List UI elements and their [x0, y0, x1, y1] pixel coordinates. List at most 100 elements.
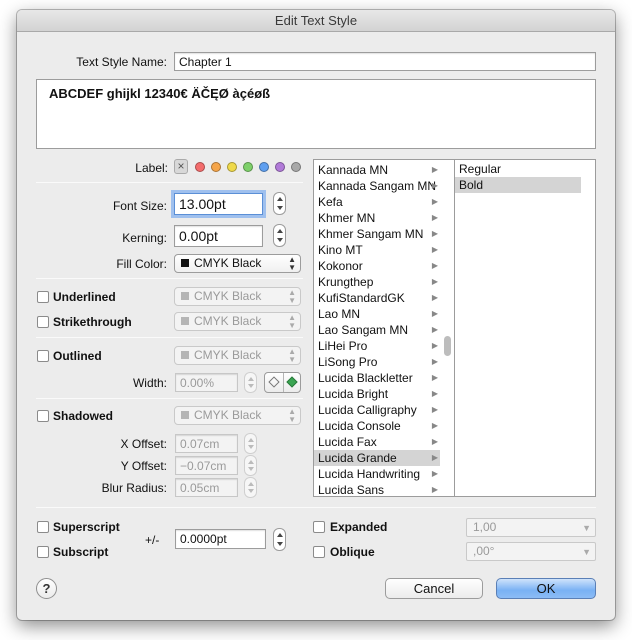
outline-outside-icon[interactable]: [268, 376, 280, 388]
clear-label-icon[interactable]: ×: [174, 159, 188, 174]
shadow-color-popup[interactable]: CMYK Black ▲ ▼: [174, 406, 301, 425]
fill-color-value: CMYK Black: [194, 256, 262, 270]
expanded-combo[interactable]: 1,00 ▼: [466, 518, 596, 537]
font-list-item[interactable]: Lucida Bright ▶: [314, 386, 440, 402]
label-color-dot[interactable]: [243, 162, 253, 172]
underlined-label: Underlined: [53, 290, 116, 304]
disclosure-arrow-icon: ▶: [431, 485, 438, 494]
outline-position-segmented[interactable]: [264, 372, 301, 393]
disclosure-arrow-icon: ▶: [431, 245, 438, 254]
y-offset-stepper[interactable]: [244, 455, 257, 476]
blur-radius-input[interactable]: 0.05cm: [175, 478, 238, 497]
x-offset-stepper[interactable]: [244, 433, 257, 454]
font-list-item[interactable]: Lucida Fax ▶: [314, 434, 440, 450]
font-list-item[interactable]: LiHei Pro ▶: [314, 338, 440, 354]
font-list-item[interactable]: Kannada Sangam MN ▶: [314, 178, 440, 194]
chevron-down-icon[interactable]: ▼: [582, 544, 591, 561]
style-name-input[interactable]: Chapter 1: [174, 52, 596, 71]
font-list-item[interactable]: Lucida Calligraphy ▶: [314, 402, 440, 418]
subscript-checkbox[interactable]: [37, 546, 49, 558]
oblique-value: ,00°: [473, 544, 495, 558]
disclosure-arrow-icon: ▶: [431, 213, 438, 222]
font-list-item[interactable]: Kefa ▶: [314, 194, 440, 210]
fill-color-popup[interactable]: CMYK Black ▲ ▼: [174, 254, 301, 273]
disclosure-arrow-icon: ▶: [431, 165, 438, 174]
expanded-checkbox[interactable]: [313, 521, 325, 533]
label-color-dot[interactable]: [195, 162, 205, 172]
ok-button[interactable]: OK: [496, 578, 596, 599]
font-style-list[interactable]: Regular Bold: [454, 159, 596, 497]
chevron-updown-icon: ▲ ▼: [288, 288, 296, 305]
font-family-list[interactable]: Kannada MN ▶ Kannada Sangam MN ▶ Kefa ▶ Khmer …: [313, 159, 455, 497]
y-offset-input[interactable]: −0.07cm: [175, 456, 238, 475]
chevron-updown-icon: ▲ ▼: [288, 347, 296, 364]
strikethrough-checkbox[interactable]: [37, 316, 49, 328]
shadowed-checkbox[interactable]: [37, 410, 49, 422]
label-color-dot[interactable]: [291, 162, 301, 172]
help-button[interactable]: ?: [36, 578, 57, 599]
font-list-item[interactable]: Kino MT ▶: [314, 242, 440, 258]
baseline-shift-stepper[interactable]: [273, 528, 286, 551]
font-name: Lucida Calligraphy: [318, 403, 417, 417]
font-name: Lao Sangam MN: [318, 323, 409, 337]
font-list-item[interactable]: Lao Sangam MN ▶: [314, 322, 440, 338]
font-list-item[interactable]: Kannada MN ▶: [314, 162, 440, 178]
style-list-item[interactable]: Bold: [455, 177, 581, 193]
font-list-item[interactable]: KufiStandardGK ▶: [314, 290, 440, 306]
font-size-input[interactable]: 13.00pt: [174, 193, 263, 215]
font-list-item[interactable]: Lao MN ▶: [314, 306, 440, 322]
outline-color-popup[interactable]: CMYK Black ▲ ▼: [174, 346, 301, 365]
blur-radius-stepper[interactable]: [244, 477, 257, 498]
x-offset-input[interactable]: 0.07cm: [175, 434, 238, 453]
disclosure-arrow-icon: ▶: [431, 197, 438, 206]
font-list-item[interactable]: Lucida Grande ▶: [314, 450, 440, 466]
disclosure-arrow-icon: ▶: [431, 181, 438, 190]
preview-text: ABCDEF ghijkl 12340€ ÄČĘØ àçéøß: [36, 79, 596, 149]
outline-inside-icon[interactable]: [286, 376, 298, 388]
outlined-checkbox[interactable]: [37, 350, 49, 362]
label-color-dot[interactable]: [259, 162, 269, 172]
blur-radius-label: Blur Radius:: [101, 481, 167, 495]
scrollbar-thumb[interactable]: [444, 336, 451, 356]
font-list-item[interactable]: Krungthep ▶: [314, 274, 440, 290]
disclosure-arrow-icon: ▶: [431, 341, 438, 350]
kerning-input[interactable]: 0.00pt: [174, 225, 263, 247]
separator: [36, 337, 303, 338]
strikethrough-color-value: CMYK Black: [194, 314, 262, 328]
shadow-color-value: CMYK Black: [194, 408, 262, 422]
font-list-item[interactable]: Kokonor ▶: [314, 258, 440, 274]
font-name: Khmer Sangam MN: [318, 227, 424, 241]
chevron-down-icon[interactable]: ▼: [582, 520, 591, 537]
style-list-item[interactable]: Regular: [455, 161, 581, 177]
font-name: LiSong Pro: [318, 355, 378, 369]
font-list-item[interactable]: Khmer MN ▶: [314, 210, 440, 226]
font-list-item[interactable]: Khmer Sangam MN ▶: [314, 226, 440, 242]
font-list-item[interactable]: Lucida Blackletter ▶: [314, 370, 440, 386]
oblique-label: Oblique: [330, 545, 375, 559]
outline-width-stepper[interactable]: [244, 372, 257, 393]
baseline-shift-input[interactable]: 0.0000pt: [175, 529, 266, 549]
font-list-item[interactable]: LiSong Pro ▶: [314, 354, 440, 370]
label-color-dot[interactable]: [227, 162, 237, 172]
label-color-dot[interactable]: [275, 162, 285, 172]
oblique-checkbox[interactable]: [313, 546, 325, 558]
disclosure-arrow-icon: ▶: [431, 389, 438, 398]
outline-width-input[interactable]: 0.00%: [175, 373, 238, 392]
font-size-stepper[interactable]: [273, 192, 286, 215]
oblique-combo[interactable]: ,00° ▼: [466, 542, 596, 561]
font-list-item[interactable]: Lucida Console ▶: [314, 418, 440, 434]
font-name: Lucida Grande: [318, 451, 397, 465]
baseline-shift-label: +/-: [145, 533, 160, 547]
superscript-checkbox[interactable]: [37, 521, 49, 533]
underlined-checkbox[interactable]: [37, 291, 49, 303]
font-list-item[interactable]: Lucida Handwriting ▶: [314, 466, 440, 482]
outlined-label: Outlined: [53, 349, 102, 363]
underline-color-popup[interactable]: CMYK Black ▲ ▼: [174, 287, 301, 306]
kerning-stepper[interactable]: [273, 224, 286, 247]
cancel-button[interactable]: Cancel: [385, 578, 483, 599]
strikethrough-color-popup[interactable]: CMYK Black ▲ ▼: [174, 312, 301, 331]
window-title: Edit Text Style: [17, 10, 615, 32]
font-list-item[interactable]: Lucida Sans ▶: [314, 482, 440, 496]
font-name: Lucida Bright: [318, 387, 389, 401]
label-color-dot[interactable]: [211, 162, 221, 172]
